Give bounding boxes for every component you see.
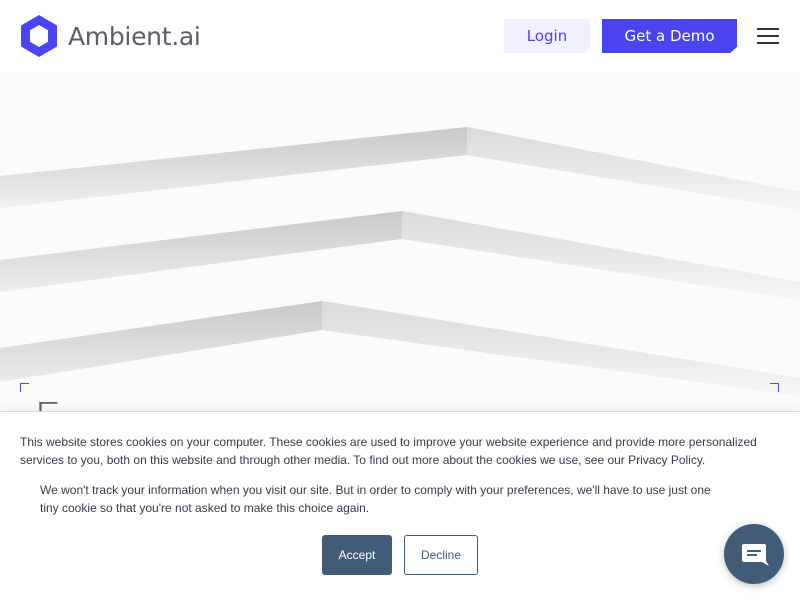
site-logo[interactable]: Ambient.ai xyxy=(19,14,201,58)
hero-background-image xyxy=(0,72,800,412)
logo-text: Ambient.ai xyxy=(68,21,201,51)
chat-widget-button[interactable] xyxy=(724,524,784,584)
get-demo-button[interactable]: Get a Demo xyxy=(602,19,737,53)
corner-bracket-right xyxy=(770,383,779,392)
cookie-secondary-text: We won't track your information when you… xyxy=(40,483,711,515)
login-button[interactable]: Login xyxy=(504,19,590,53)
hamburger-menu-icon[interactable] xyxy=(757,28,779,44)
hero-heading: E xyxy=(34,394,62,412)
cookie-main-text: This website stores cookies on your comp… xyxy=(20,435,757,467)
hero-section: E xyxy=(0,72,800,412)
accept-button[interactable]: Accept xyxy=(322,535,392,575)
site-header: Ambient.ai Login Get a Demo xyxy=(0,0,800,72)
hexagon-logo-icon xyxy=(21,15,57,57)
corner-bracket-left xyxy=(20,383,29,392)
decline-button[interactable]: Decline xyxy=(404,535,478,575)
chat-bubble-icon xyxy=(742,544,769,566)
cookie-banner: This website stores cookies on your comp… xyxy=(0,411,800,600)
